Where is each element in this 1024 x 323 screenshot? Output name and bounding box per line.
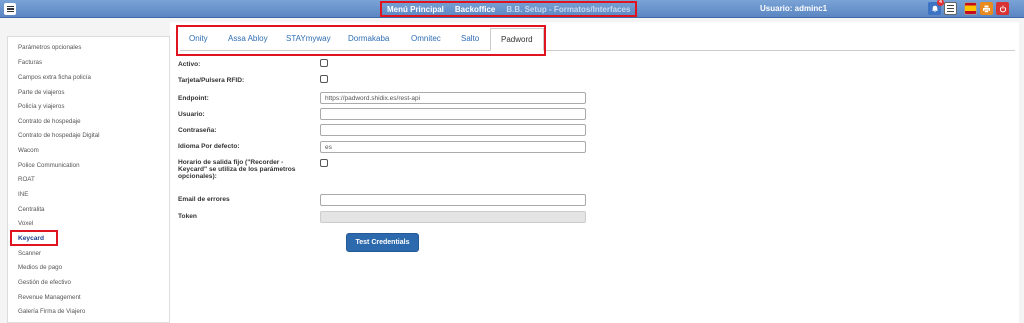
horario-label: Horario de salida fijo ("Recorder - Keyc… — [178, 159, 296, 180]
print-icon[interactable] — [980, 2, 993, 15]
nav-bb-setup[interactable]: B.B. Setup - Formatos/Interfaces — [506, 5, 630, 14]
sidebar-item-gestion-efectivo[interactable]: Gestión de efectivo — [18, 279, 71, 286]
token-input — [320, 211, 586, 223]
toolbar-icons: 4 — [928, 0, 1009, 15]
test-credentials-button[interactable]: Test Credentials — [346, 233, 419, 252]
notification-badge: 4 — [937, 0, 944, 6]
top-bar: Menú Principal Backoffice B.B. Setup - F… — [0, 0, 1024, 18]
keycard-highlight — [10, 230, 58, 246]
idioma-input[interactable] — [320, 141, 586, 153]
spain-flag-icon[interactable] — [964, 2, 977, 15]
endpoint-label: Endpoint: — [178, 95, 209, 102]
sidebar-item-police-communication[interactable]: Police Communication — [18, 162, 80, 169]
sidebar-item-parametros-opcionales[interactable]: Parámetros opcionales — [18, 44, 81, 51]
nav-menu-principal[interactable]: Menú Principal — [387, 5, 444, 14]
sidebar-item-campos-extra[interactable]: Campos extra ficha policía — [18, 74, 91, 81]
top-navigation: Menú Principal Backoffice B.B. Setup - F… — [380, 1, 637, 17]
tarjeta-checkbox[interactable] — [320, 75, 328, 83]
contrasena-label: Contraseña: — [178, 127, 217, 134]
activo-label: Activo: — [178, 61, 201, 68]
sidebar-item-contrato-hospedaje-digital[interactable]: Contrato de hospedaje Digital — [18, 132, 100, 139]
usuario-input[interactable] — [320, 108, 586, 120]
email-label: Email de errores — [178, 196, 230, 203]
sidebar: Parámetros opcionales Facturas Campos ex… — [7, 36, 170, 323]
token-label: Token — [178, 213, 197, 220]
tarjeta-label: Tarjeta/Pulsera RFID: — [178, 77, 245, 84]
sidebar-item-wacom[interactable]: Wacom — [18, 147, 39, 154]
bell-icon[interactable]: 4 — [928, 0, 944, 15]
sidebar-item-ine[interactable]: INE — [18, 191, 28, 198]
endpoint-input[interactable] — [320, 92, 586, 104]
tabs-highlight — [176, 25, 546, 56]
sidebar-item-voxel[interactable]: Voxel — [18, 220, 33, 227]
document-icon[interactable] — [944, 2, 957, 15]
sidebar-item-roat[interactable]: ROAT — [18, 176, 35, 183]
sidebar-item-parte-viajeros[interactable]: Parte de viajeros — [18, 89, 64, 96]
horario-checkbox[interactable] — [320, 159, 328, 167]
sidebar-item-centralita[interactable]: Centralita — [18, 206, 44, 213]
sidebar-item-contrato-hospedaje[interactable]: Contrato de hospedaje — [18, 118, 81, 125]
email-input[interactable] — [320, 194, 586, 206]
sidebar-item-policia-viajeros[interactable]: Policía y viajeros — [18, 103, 64, 110]
sidebar-item-galeria-firma[interactable]: Galería Firma de Viajero — [18, 308, 85, 315]
nav-backoffice[interactable]: Backoffice — [455, 5, 495, 14]
contrasena-input[interactable] — [320, 124, 586, 136]
user-label: Usuario: adminc1 — [760, 4, 828, 13]
menu-icon[interactable] — [4, 3, 16, 15]
power-icon[interactable] — [996, 2, 1009, 15]
sidebar-item-revenue-management[interactable]: Revenue Management — [18, 294, 81, 301]
usuario-label: Usuario: — [178, 111, 205, 118]
activo-checkbox[interactable] — [320, 59, 328, 67]
sidebar-item-medios-pago[interactable]: Medios de pago — [18, 264, 62, 271]
sidebar-item-scanner[interactable]: Scanner — [18, 250, 41, 257]
sidebar-item-facturas[interactable]: Facturas — [18, 59, 42, 66]
idioma-label: Idioma Por defecto: — [178, 143, 240, 150]
